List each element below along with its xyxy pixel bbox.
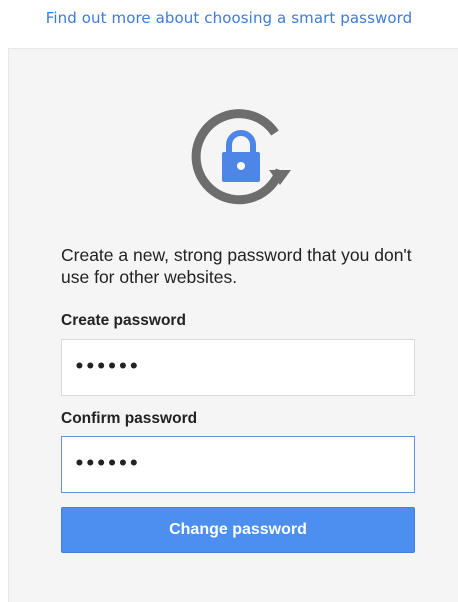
keyhole-icon: [237, 162, 245, 170]
instructions-text: Create a new, strong password that you d…: [61, 245, 412, 287]
change-password-card: Create a new, strong password that you d…: [8, 48, 458, 602]
change-password-button[interactable]: Change password: [61, 507, 415, 553]
lock-shackle-icon: [226, 130, 256, 154]
lock-refresh-icon: [187, 109, 307, 219]
password-help-link[interactable]: Find out more about choosing a smart pas…: [0, 9, 458, 27]
confirm-password-label: Confirm password: [61, 410, 198, 427]
create-password-input[interactable]: ••••••: [61, 339, 415, 396]
create-password-label: Create password: [61, 312, 186, 329]
confirm-password-input[interactable]: ••••••: [61, 436, 415, 493]
